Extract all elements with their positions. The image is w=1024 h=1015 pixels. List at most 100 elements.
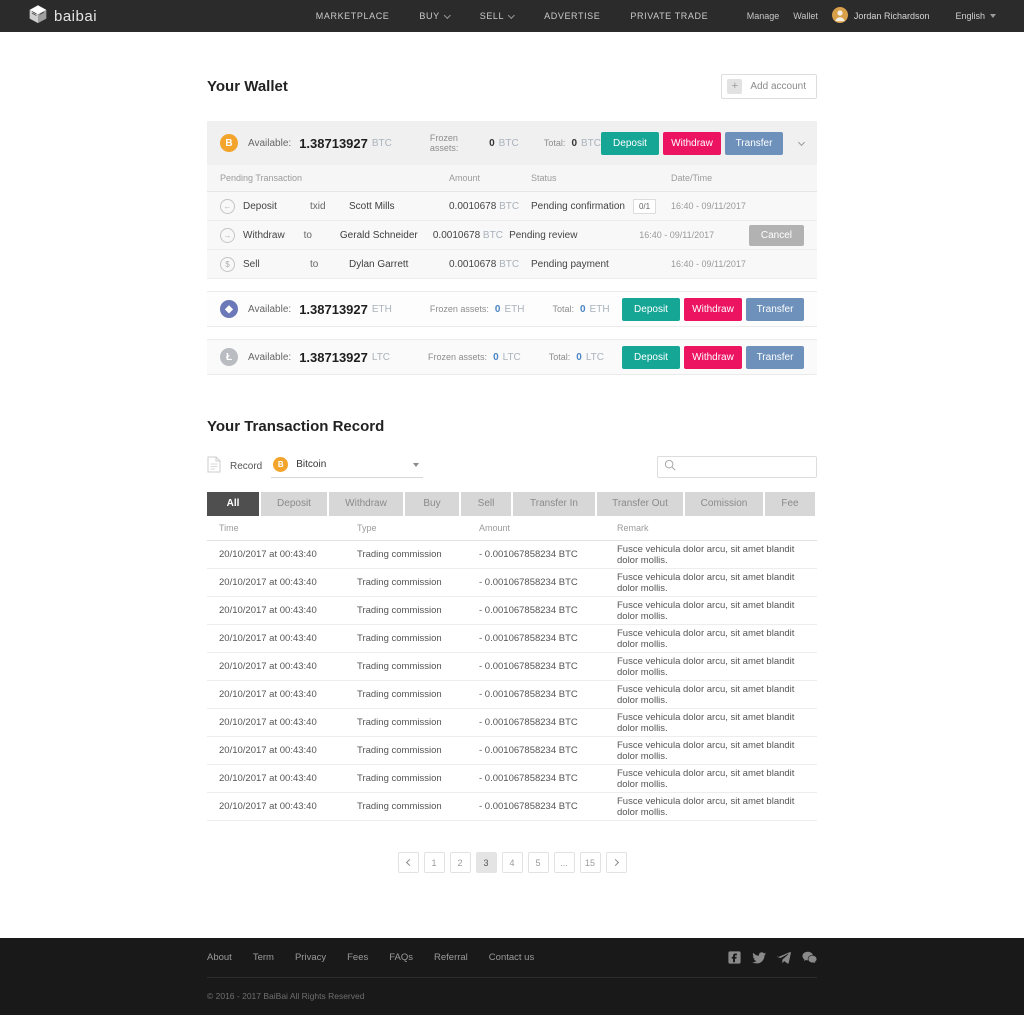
filter-tab[interactable]: Transfer Out bbox=[597, 492, 685, 516]
footer-link[interactable]: Fees bbox=[347, 952, 368, 963]
footer-link[interactable]: Privacy bbox=[295, 952, 326, 963]
pending-counterparty: Scott Mills bbox=[349, 201, 449, 212]
footer-link[interactable]: Contact us bbox=[489, 952, 534, 963]
brand-name: baibai bbox=[54, 8, 97, 25]
transaction-row: 20/10/2017 at 00:43:40 Trading commissio… bbox=[207, 681, 817, 709]
tx-amount: - 0.001067858234 BTC bbox=[479, 801, 617, 812]
nav-menu-item[interactable]: PRIVATE TRADE bbox=[630, 11, 708, 21]
transfer-button[interactable]: Transfer bbox=[746, 298, 804, 321]
tx-time: 20/10/2017 at 00:43:40 bbox=[219, 689, 357, 700]
filter-tab[interactable]: Comission bbox=[685, 492, 765, 516]
plus-icon: + bbox=[727, 79, 742, 94]
page-button[interactable]: 2 bbox=[450, 852, 471, 873]
cancel-button[interactable]: Cancel bbox=[749, 225, 804, 246]
tx-remark: Fusce vehicula dolor arcu, sit amet blan… bbox=[617, 796, 805, 818]
transaction-row: 20/10/2017 at 00:43:40 Trading commissio… bbox=[207, 709, 817, 737]
twitter-icon[interactable] bbox=[752, 952, 766, 964]
transaction-row: 20/10/2017 at 00:43:40 Trading commissio… bbox=[207, 597, 817, 625]
tx-time: 20/10/2017 at 00:43:40 bbox=[219, 801, 357, 812]
search-input[interactable] bbox=[681, 462, 813, 473]
tx-remark: Fusce vehicula dolor arcu, sit amet blan… bbox=[617, 572, 805, 594]
nav-menu-item-label: ADVERTISE bbox=[544, 11, 600, 21]
collapse-chevron-icon[interactable] bbox=[798, 138, 805, 145]
pending-type-label: Sell bbox=[243, 259, 260, 270]
eth-unit: ETH bbox=[372, 304, 392, 315]
pending-counterparty: Dylan Garrett bbox=[349, 259, 449, 270]
ltc-available-value: 1.38713927 bbox=[299, 350, 368, 365]
telegram-icon[interactable] bbox=[777, 951, 791, 964]
pending-status: Pending payment bbox=[531, 259, 609, 270]
withdraw-button[interactable]: Withdraw bbox=[684, 346, 742, 369]
nav-menu-item[interactable]: ADVERTISE bbox=[544, 11, 600, 21]
filter-tab[interactable]: All bbox=[207, 492, 261, 516]
pending-status: Pending confirmation bbox=[531, 201, 625, 212]
filter-tab[interactable]: Fee bbox=[765, 492, 817, 516]
btc-account-header: B Available: 1.38713927 BTC Frozen asset… bbox=[207, 121, 817, 165]
chevron-left-icon bbox=[405, 859, 412, 866]
add-account-label: Add account bbox=[750, 81, 806, 92]
filter-tab[interactable]: Transfer In bbox=[513, 492, 597, 516]
btc-frozen-value: 0 bbox=[489, 138, 495, 149]
facebook-icon[interactable] bbox=[728, 951, 741, 964]
wechat-icon[interactable] bbox=[802, 951, 817, 964]
page-button[interactable]: ... bbox=[554, 852, 575, 873]
next-page-button[interactable] bbox=[606, 852, 627, 873]
deposit-button[interactable]: Deposit bbox=[601, 132, 659, 155]
pending-amount-unit: BTC bbox=[499, 259, 519, 270]
withdraw-button[interactable]: Withdraw bbox=[684, 298, 742, 321]
deposit-button[interactable]: Deposit bbox=[622, 346, 680, 369]
tx-remark: Fusce vehicula dolor arcu, sit amet blan… bbox=[617, 768, 805, 790]
filter-tab[interactable]: Deposit bbox=[261, 492, 329, 516]
page-button[interactable]: 5 bbox=[528, 852, 549, 873]
currency-select[interactable]: B Bitcoin bbox=[271, 455, 423, 478]
brand[interactable]: baibai bbox=[28, 4, 97, 29]
filter-tab[interactable]: Sell bbox=[461, 492, 513, 516]
footer-link[interactable]: Term bbox=[253, 952, 274, 963]
pending-amount: 0.0010678 bbox=[449, 201, 496, 212]
transfer-button[interactable]: Transfer bbox=[725, 132, 783, 155]
caret-down-icon bbox=[990, 14, 996, 18]
add-account-button[interactable]: + Add account bbox=[721, 74, 817, 99]
page-button[interactable]: 3 bbox=[476, 852, 497, 873]
bitcoin-icon: B bbox=[220, 134, 238, 152]
eth-total-unit: ETH bbox=[590, 304, 610, 315]
footer-link[interactable]: Referral bbox=[434, 952, 468, 963]
nav-username: Jordan Richardson bbox=[854, 11, 930, 21]
filter-tab[interactable]: Withdraw bbox=[329, 492, 405, 516]
nav-menu-item[interactable]: SELL bbox=[480, 11, 514, 21]
available-label: Available: bbox=[248, 304, 291, 315]
pending-header-amount: Amount bbox=[449, 173, 531, 183]
nav-menu-item[interactable]: MARKETPLACE bbox=[316, 11, 390, 21]
tx-time: 20/10/2017 at 00:43:40 bbox=[219, 633, 357, 644]
transaction-row: 20/10/2017 at 00:43:40 Trading commissio… bbox=[207, 569, 817, 597]
nav-menu-item-label: SELL bbox=[480, 11, 504, 21]
withdraw-button[interactable]: Withdraw bbox=[663, 132, 721, 155]
btc-available-value: 1.38713927 bbox=[299, 136, 368, 151]
footer-link[interactable]: FAQs bbox=[389, 952, 413, 963]
deposit-button[interactable]: Deposit bbox=[622, 298, 680, 321]
tx-remark: Fusce vehicula dolor arcu, sit amet blan… bbox=[617, 628, 805, 650]
tx-amount: - 0.001067858234 BTC bbox=[479, 549, 617, 560]
nav-user-menu[interactable]: Jordan Richardson bbox=[832, 7, 930, 25]
page-button[interactable]: 15 bbox=[580, 852, 601, 873]
ltc-frozen-value: 0 bbox=[493, 352, 499, 363]
footer-link[interactable]: About bbox=[207, 952, 232, 963]
filter-tab[interactable]: Buy bbox=[405, 492, 461, 516]
transaction-row: 20/10/2017 at 00:43:40 Trading commissio… bbox=[207, 625, 817, 653]
nav-menu-item[interactable]: BUY bbox=[419, 11, 449, 21]
transaction-row: 20/10/2017 at 00:43:40 Trading commissio… bbox=[207, 653, 817, 681]
nav-right: Manage Wallet Jordan Richardson English bbox=[747, 7, 996, 25]
page-button[interactable]: 1 bbox=[424, 852, 445, 873]
eth-total-value: 0 bbox=[580, 304, 586, 315]
search-icon bbox=[664, 458, 676, 476]
tx-type: Trading commission bbox=[357, 549, 479, 560]
nav-manage-link[interactable]: Manage bbox=[747, 11, 780, 21]
nav-wallet-link[interactable]: Wallet bbox=[793, 11, 818, 21]
page-button[interactable]: 4 bbox=[502, 852, 523, 873]
language-selector[interactable]: English bbox=[955, 11, 996, 21]
transaction-record-title: Your Transaction Record bbox=[207, 418, 384, 435]
tx-type: Trading commission bbox=[357, 633, 479, 644]
transfer-button[interactable]: Transfer bbox=[746, 346, 804, 369]
prev-page-button[interactable] bbox=[398, 852, 419, 873]
avatar bbox=[832, 7, 848, 25]
